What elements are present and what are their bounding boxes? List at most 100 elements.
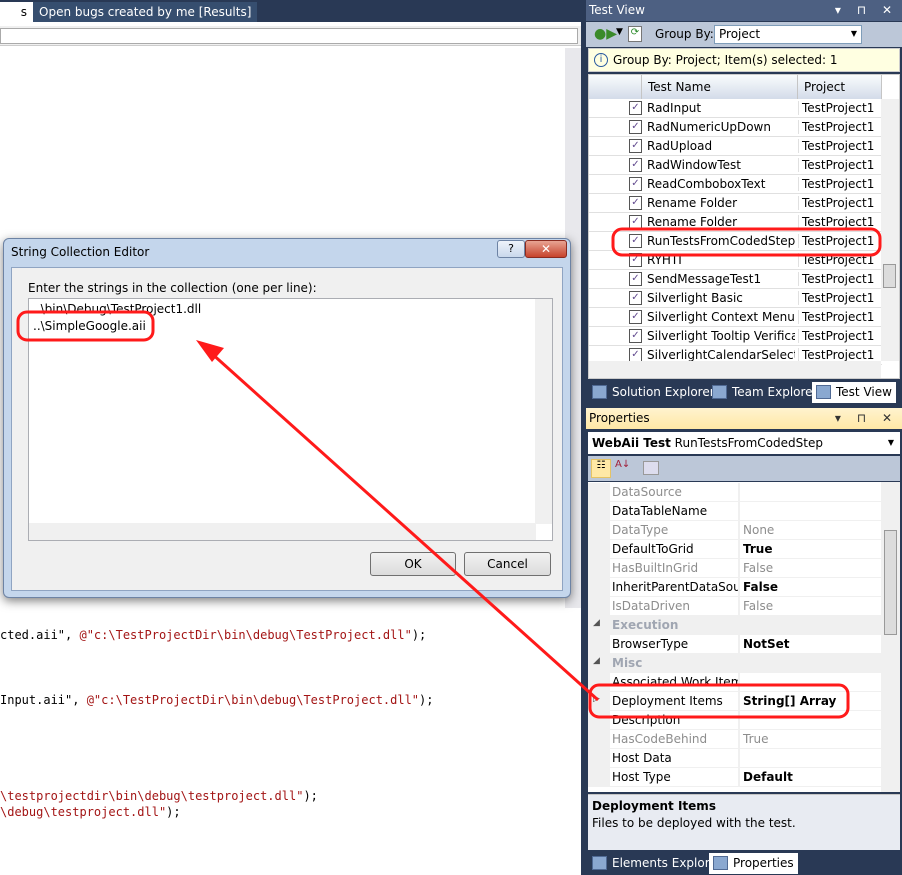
ok-button[interactable]: OK — [370, 552, 456, 576]
test-list-vscrollbar[interactable] — [881, 99, 899, 361]
test-project: TestProject1 — [798, 196, 882, 210]
test-icon: ✓ — [629, 177, 642, 191]
test-row[interactable]: ✓ RadWindowTest TestProject1 — [589, 156, 882, 175]
property-row[interactable]: InheritParentDataSourceFalse — [588, 578, 881, 597]
object-selector[interactable]: WebAii Test RunTestsFromCodedStep ▼ — [588, 432, 900, 454]
tab-solution-explorer[interactable]: Solution Explorer — [588, 382, 719, 403]
test-name: RadUpload — [647, 139, 713, 153]
property-value[interactable] — [739, 711, 881, 730]
property-value[interactable]: None — [739, 521, 881, 540]
property-value[interactable]: False — [739, 597, 881, 616]
property-value[interactable] — [739, 483, 881, 502]
test-name: RadNumericUpDown — [647, 120, 771, 134]
property-row[interactable]: Description — [588, 711, 881, 730]
info-icon: i — [594, 53, 608, 67]
tab-team-explorer[interactable]: Team Explorer — [708, 382, 822, 403]
sort-alphabetical-icon[interactable]: A↓ — [615, 459, 630, 470]
test-list-hscrollbar[interactable] — [589, 361, 881, 378]
property-category[interactable]: ◢ Misc — [588, 654, 881, 673]
property-row[interactable]: DataSource — [588, 483, 881, 502]
column-header-test-name[interactable]: Test Name — [642, 75, 798, 99]
property-value[interactable]: Default — [739, 768, 881, 787]
property-category[interactable]: ◢ Execution — [588, 616, 881, 635]
column-header-project[interactable]: Project — [798, 75, 882, 99]
property-name: BrowserType — [610, 635, 738, 654]
property-value[interactable]: False — [739, 578, 881, 597]
test-row[interactable]: ✓ Silverlight Basic TestProject1 — [589, 289, 882, 308]
test-row[interactable]: ✓ SendMessageTest1 TestProject1 — [589, 270, 882, 289]
test-name: Silverlight Basic — [647, 291, 743, 305]
scroll-thumb[interactable] — [883, 264, 896, 288]
property-pages-icon[interactable] — [643, 461, 659, 475]
property-row[interactable]: Host Data — [588, 749, 881, 768]
test-row[interactable]: ✓ RadInput TestProject1 — [589, 99, 882, 118]
test-project: TestProject1 — [798, 139, 882, 153]
property-row[interactable]: HasCodeBehind True — [588, 730, 881, 749]
property-row[interactable]: IsDataDriven False — [588, 597, 881, 616]
cancel-button[interactable]: Cancel — [464, 552, 551, 576]
property-row[interactable]: Associated Work Items — [588, 673, 881, 692]
property-value[interactable] — [739, 749, 881, 768]
close-button[interactable]: ✕ — [525, 240, 567, 258]
categorized-icon[interactable]: ☷ — [591, 459, 611, 478]
chevron-down-icon: ▼ — [850, 29, 857, 38]
test-icon: ✓ — [629, 329, 642, 343]
test-row[interactable]: ✓ ReadComboboxText TestProject1 — [589, 175, 882, 194]
test-project: TestProject1 — [798, 177, 882, 191]
test-icon: ✓ — [629, 139, 642, 153]
test-row[interactable]: ✓ RYHTI TestProject1 — [589, 251, 882, 270]
property-row[interactable]: HasBuiltInGrid False — [588, 559, 881, 578]
test-row[interactable]: ✓ Silverlight Tooltip VerificationTestPro… — [589, 327, 882, 346]
tab-properties[interactable]: Properties — [709, 853, 798, 874]
test-row[interactable]: ✓ Rename Folder TestProject1 — [589, 194, 882, 213]
member-dropdown[interactable] — [0, 28, 578, 44]
expand-icon[interactable]: ▷ — [593, 694, 600, 704]
property-name: Misc — [610, 654, 881, 673]
property-row[interactable]: DataTableName — [588, 502, 881, 521]
collapse-icon[interactable]: ◢ — [593, 618, 600, 628]
chevron-down-icon[interactable]: ▼ — [616, 27, 623, 37]
property-row[interactable]: BrowserType NotSet — [588, 635, 881, 654]
panel-controls[interactable]: ▾ ⊓ ✕ — [835, 3, 898, 17]
test-name: SendMessageTest1 — [647, 272, 762, 286]
textarea-hscrollbar[interactable] — [29, 523, 536, 540]
solution-explorer-icon — [592, 385, 607, 399]
tab-test-view[interactable]: Test View — [812, 382, 896, 403]
doc-tab-code[interactable]: s — [0, 2, 33, 22]
tab-elements-explorer[interactable]: Elements Explorer — [588, 853, 726, 874]
test-project: TestProject1 — [798, 310, 882, 324]
run-tests-icon[interactable]: ●▶ — [594, 26, 617, 42]
property-name: DataSource — [610, 483, 738, 502]
help-button[interactable]: ? — [497, 240, 525, 258]
doc-tab-open-bugs[interactable]: Open bugs created by me [Results] — [33, 2, 258, 22]
property-row[interactable]: DataType None — [588, 521, 881, 540]
refresh-icon[interactable]: ⟳ — [628, 26, 642, 42]
property-row[interactable]: DefaultToGrid True — [588, 540, 881, 559]
property-value[interactable]: String[] Array — [739, 692, 881, 711]
test-icon: ✓ — [629, 291, 642, 305]
textarea-vscrollbar[interactable] — [535, 299, 552, 524]
test-name: RadInput — [647, 101, 702, 115]
test-row[interactable]: ✓ RadNumericUpDown TestProject1 — [589, 118, 882, 137]
property-row[interactable]: ▷ Deployment Items String[] Array — [588, 692, 881, 711]
group-by-dropdown[interactable]: Project ▼ — [714, 25, 862, 44]
property-value[interactable]: NotSet — [739, 635, 881, 654]
property-row[interactable]: Host Type Default — [588, 768, 881, 787]
collapse-icon[interactable]: ◢ — [593, 656, 600, 666]
test-row[interactable]: ✓ Silverlight Context Menu TestProject1 — [589, 308, 882, 327]
scroll-thumb[interactable] — [884, 530, 897, 635]
property-value[interactable]: False — [739, 559, 881, 578]
property-value[interactable]: True — [739, 730, 881, 749]
test-name: Silverlight Tooltip Verification — [647, 329, 795, 343]
test-row[interactable]: ✓ Rename Folder TestProject1 — [589, 213, 882, 232]
property-value[interactable] — [739, 502, 881, 521]
property-grid-scrollbar[interactable] — [881, 482, 900, 792]
property-value[interactable] — [739, 673, 881, 692]
test-row[interactable]: ✓ RadUpload TestProject1 — [589, 137, 882, 156]
group-by-label: Group By: — [655, 27, 714, 41]
test-row[interactable]: ✓ RunTestsFromCodedStep TestProject1 — [589, 232, 882, 251]
strings-textarea[interactable]: ..\bin\Debug\TestProject1.dll ..\SimpleG… — [28, 298, 553, 541]
test-project: TestProject1 — [798, 101, 882, 115]
panel-controls[interactable]: ▾ ⊓ ✕ — [835, 411, 898, 425]
property-value[interactable]: True — [739, 540, 881, 559]
